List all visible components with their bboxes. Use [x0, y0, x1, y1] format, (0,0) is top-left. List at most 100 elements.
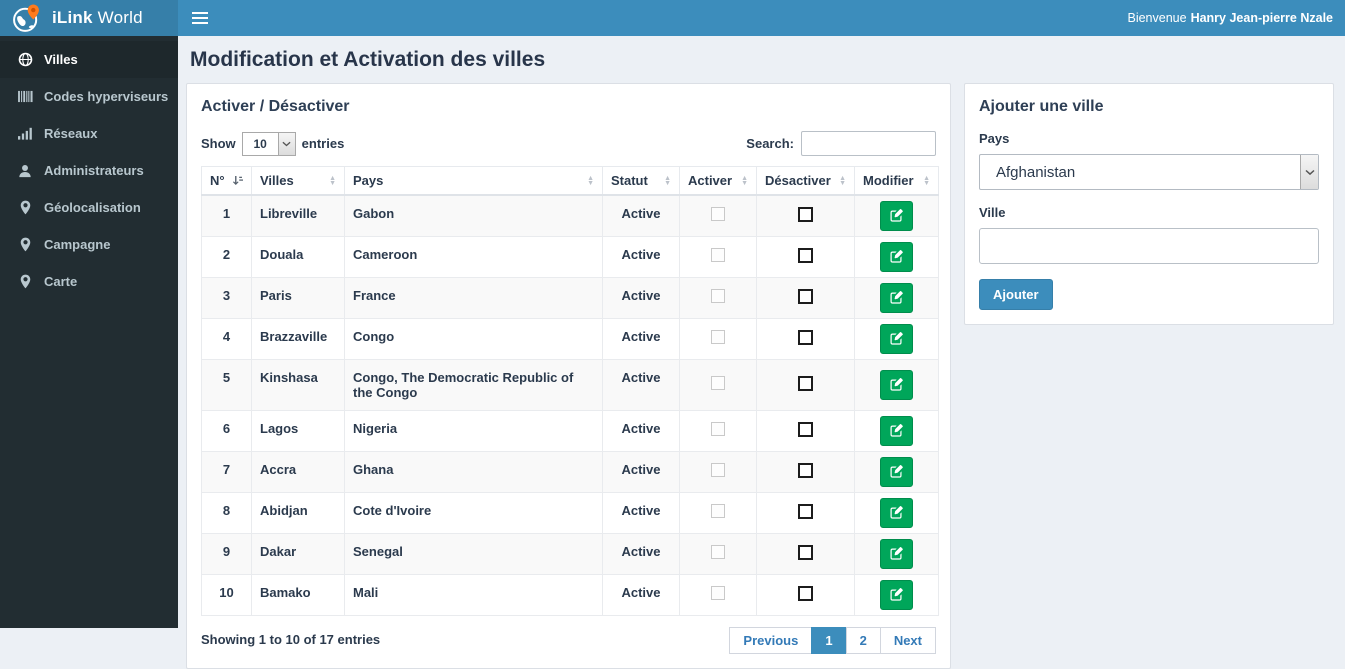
page-length-value: 10: [253, 136, 267, 151]
column-header-activer[interactable]: Activer ▲ ▼: [679, 166, 757, 196]
row-pays: Congo, The Democratic Republic of the Co…: [344, 358, 603, 411]
table-footer: Showing 1 to 10 of 17 entries Previous 1…: [201, 626, 936, 654]
activer-checkbox[interactable]: [711, 463, 725, 477]
pays-select[interactable]: Afghanistan: [979, 154, 1319, 190]
chevron-down-icon: [1300, 155, 1318, 189]
sort-both-icon: ▲ ▼: [329, 174, 336, 187]
row-statut: Active: [602, 235, 680, 278]
activer-checkbox[interactable]: [711, 289, 725, 303]
table-row: 5 Kinshasa Congo, The Democratic Republi…: [201, 358, 939, 411]
add-ville-panel: Ajouter une ville Pays Afghanistan Ville…: [964, 83, 1334, 325]
desactiver-checkbox[interactable]: [798, 247, 813, 263]
desactiver-checkbox[interactable]: [798, 503, 813, 519]
sidebar-item-geolocalisation[interactable]: Géolocalisation: [0, 189, 178, 226]
activer-checkbox[interactable]: [711, 422, 725, 436]
row-ville: Kinshasa: [251, 358, 345, 411]
column-header-villes[interactable]: Villes ▲ ▼: [251, 166, 345, 196]
modifier-button[interactable]: [880, 497, 913, 528]
edit-icon: [890, 209, 903, 222]
ville-input[interactable]: [979, 228, 1319, 264]
modifier-button[interactable]: [880, 282, 913, 313]
page-length-select[interactable]: 10: [241, 131, 296, 156]
sidebar-item-campagne[interactable]: Campagne: [0, 226, 178, 263]
modifier-button[interactable]: [880, 538, 913, 569]
sidebar-item-label: Codes hyperviseurs: [44, 89, 169, 104]
column-header-statut[interactable]: Statut ▲ ▼: [602, 166, 680, 196]
row-ville: Accra: [251, 450, 345, 493]
activer-checkbox[interactable]: [711, 330, 725, 344]
modifier-button[interactable]: [880, 241, 913, 272]
entries-label: entries: [301, 136, 345, 151]
row-statut: Active: [602, 317, 680, 360]
column-label: Pays: [353, 173, 384, 188]
chevron-down-icon: [277, 132, 295, 155]
edit-icon: [890, 588, 903, 601]
row-pays: Cameroon: [344, 235, 603, 278]
column-header-num[interactable]: N°: [201, 166, 252, 196]
modifier-button[interactable]: [880, 200, 913, 231]
activer-checkbox[interactable]: [711, 207, 725, 222]
row-number: 6: [201, 409, 252, 452]
ajouter-button[interactable]: Ajouter: [979, 279, 1053, 310]
column-label: Modifier: [863, 173, 914, 188]
sidebar-item-villes[interactable]: Villes: [0, 41, 178, 78]
desactiver-checkbox[interactable]: [798, 462, 813, 478]
activer-checkbox[interactable]: [711, 376, 725, 390]
row-statut: Active: [602, 491, 680, 534]
ville-label: Ville: [979, 205, 1006, 220]
column-header-pays[interactable]: Pays ▲ ▼: [344, 166, 603, 196]
desactiver-checkbox[interactable]: [798, 329, 813, 345]
row-number: 7: [201, 450, 252, 493]
pagination-page-2-button[interactable]: 2: [845, 626, 881, 654]
column-label: Activer: [688, 173, 733, 188]
row-statut: Active: [602, 532, 680, 575]
modifier-button[interactable]: [880, 369, 913, 400]
sidebar-item-codes-hyperviseurs[interactable]: Codes hyperviseurs: [0, 78, 178, 115]
map-marker-icon: [16, 237, 34, 252]
activer-checkbox[interactable]: [711, 545, 725, 559]
desactiver-checkbox[interactable]: [798, 544, 813, 560]
table-row: 7 Accra Ghana Active: [201, 450, 939, 493]
sidebar-item-reseaux[interactable]: Réseaux: [0, 115, 178, 152]
sidebar-toggle-button[interactable]: [178, 0, 222, 36]
sidebar-item-label: Carte: [44, 274, 78, 289]
desactiver-checkbox[interactable]: [798, 206, 813, 222]
table-row: 6 Lagos Nigeria Active: [201, 409, 939, 452]
row-pays: Mali: [344, 573, 603, 616]
column-header-desactiver[interactable]: Désactiver ▲ ▼: [756, 166, 855, 196]
edit-icon: [890, 424, 903, 437]
column-label: Statut: [611, 173, 648, 188]
activer-checkbox[interactable]: [711, 586, 725, 600]
desactiver-checkbox[interactable]: [798, 421, 813, 437]
search-input[interactable]: [801, 131, 936, 156]
desactiver-checkbox[interactable]: [798, 375, 813, 391]
pays-label: Pays: [979, 131, 1010, 146]
table-controls: Show 10 entries Search:: [201, 131, 936, 156]
activer-checkbox[interactable]: [711, 504, 725, 518]
modifier-button[interactable]: [880, 456, 913, 487]
desactiver-checkbox[interactable]: [798, 585, 813, 601]
table-header-row: N° Villes ▲ ▼ Pays ▲ ▼ Statut ▲ ▼ Active…: [201, 166, 939, 196]
activer-checkbox[interactable]: [711, 248, 725, 262]
brand-logo[interactable]: iLink World: [0, 0, 178, 36]
modifier-button[interactable]: [880, 415, 913, 446]
pagination-page-1-button[interactable]: 1: [811, 626, 847, 654]
pagination-previous-button[interactable]: Previous: [729, 626, 813, 654]
row-number: 5: [201, 358, 252, 411]
modifier-button[interactable]: [880, 323, 913, 354]
desactiver-checkbox[interactable]: [798, 288, 813, 304]
row-ville: Brazzaville: [251, 317, 345, 360]
sort-both-icon: ▲ ▼: [741, 174, 748, 187]
sort-both-icon: ▲ ▼: [839, 174, 846, 187]
sidebar-item-administrateurs[interactable]: Administrateurs: [0, 152, 178, 189]
column-label: N°: [210, 173, 225, 188]
modifier-button[interactable]: [880, 579, 913, 610]
sidebar-menu: Villes Codes hyperviseurs Réseaux Admini…: [0, 41, 178, 300]
row-pays: Gabon: [344, 194, 603, 237]
pagination-next-button[interactable]: Next: [879, 626, 936, 654]
row-number: 10: [201, 573, 252, 616]
villes-table-panel: Activer / Désactiver Show 10 entries Sea…: [186, 83, 951, 669]
globe-pin-logo-icon: [12, 3, 41, 33]
sidebar-item-carte[interactable]: Carte: [0, 263, 178, 300]
column-header-modifier[interactable]: Modifier ▲ ▼: [854, 166, 939, 196]
